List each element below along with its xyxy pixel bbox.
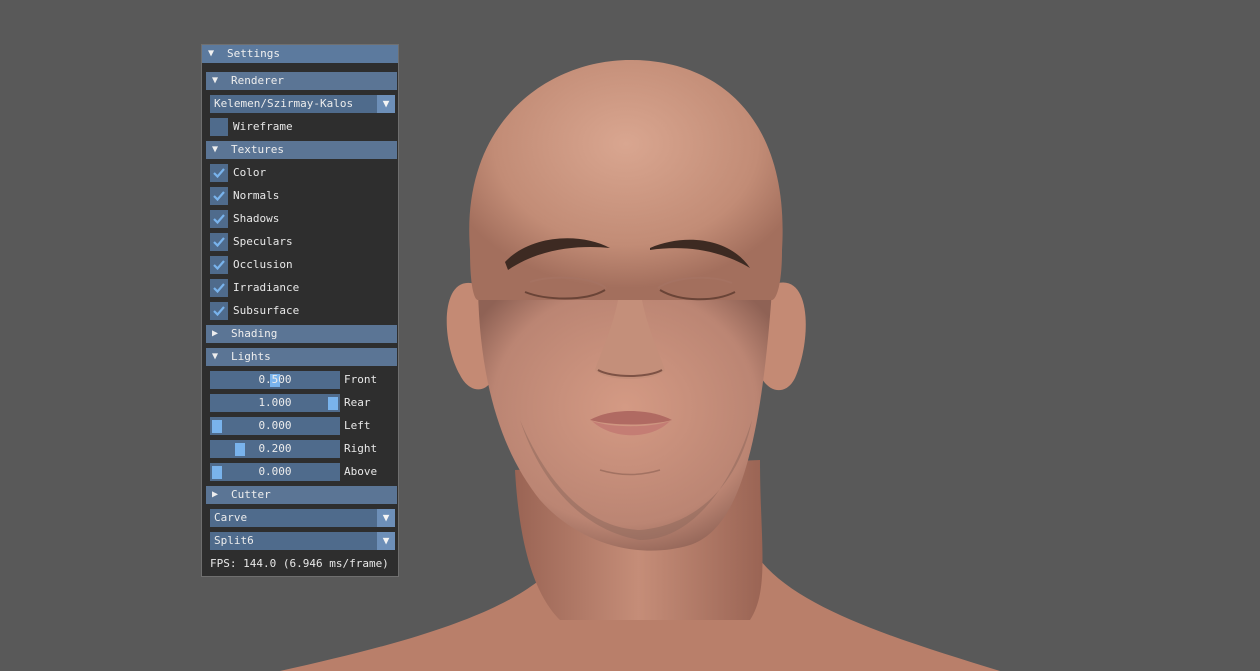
light-slider-left[interactable]: 0.000 (210, 417, 340, 435)
texture-label: Irradiance (233, 281, 300, 294)
slider-value: 0.200 (258, 442, 292, 455)
checkmark-icon (213, 283, 225, 294)
light-slider-row-above[interactable]: 0.000 Above (210, 463, 395, 481)
light-slider-row-right[interactable]: 0.200 Right (210, 440, 395, 458)
triangle-right-icon: ▶ (212, 489, 219, 500)
checkmark-icon (213, 237, 225, 248)
texture-label: Shadows (233, 212, 280, 225)
slider-label: Above (344, 465, 378, 478)
slider-value: 0.500 (258, 373, 292, 386)
checkmark-icon (213, 168, 225, 179)
slider-value: 1.000 (258, 396, 292, 409)
slider-label: Right (344, 442, 378, 455)
light-slider-row-rear[interactable]: 1.000 Rear (210, 394, 395, 412)
texture-checkbox-irradiance[interactable]: Irradiance (210, 279, 390, 297)
renderer-combo[interactable]: Kelemen/Szirmay-Kalos ▼ (210, 95, 395, 113)
shading-header-label: Shading (231, 327, 278, 340)
dropdown-arrow-icon[interactable]: ▼ (377, 95, 395, 113)
triangle-down-icon[interactable]: ▼ (208, 47, 214, 61)
settings-title-bar[interactable]: ▼ Settings (202, 45, 398, 63)
renderer-header[interactable]: ▼ Renderer (206, 72, 397, 90)
cutter-split-value: Split6 (214, 534, 254, 547)
light-slider-front[interactable]: 0.500 (210, 371, 340, 389)
settings-title: Settings (227, 47, 280, 60)
light-slider-row-left[interactable]: 0.000 Left (210, 417, 395, 435)
lights-header[interactable]: ▼ Lights (206, 348, 397, 366)
texture-label: Speculars (233, 235, 293, 248)
dropdown-arrow-icon[interactable]: ▼ (377, 532, 395, 550)
checkbox-box[interactable] (210, 279, 228, 297)
textures-header[interactable]: ▼ Textures (206, 141, 397, 159)
light-slider-row-front[interactable]: 0.500 Front (210, 371, 395, 389)
checkbox-box[interactable] (210, 164, 228, 182)
lights-header-label: Lights (231, 350, 271, 363)
triangle-right-icon: ▶ (212, 328, 219, 339)
cutter-mode-value: Carve (214, 511, 248, 524)
dropdown-arrow-icon[interactable]: ▼ (377, 509, 395, 527)
texture-checkbox-subsurface[interactable]: Subsurface (210, 302, 390, 320)
renderer-header-label: Renderer (231, 74, 284, 87)
texture-label: Occlusion (233, 258, 293, 271)
triangle-down-icon: ▼ (212, 351, 219, 362)
texture-label: Color (233, 166, 267, 179)
checkbox-box[interactable] (210, 118, 228, 136)
settings-window[interactable]: ▼ Settings ▼ Renderer Kelemen/Szirmay-Ka… (201, 44, 399, 577)
slider-label: Left (344, 419, 371, 432)
texture-label: Subsurface (233, 304, 300, 317)
checkmark-icon (213, 214, 225, 225)
texture-checkbox-occlusion[interactable]: Occlusion (210, 256, 390, 274)
checkmark-icon (213, 191, 225, 202)
texture-checkbox-normals[interactable]: Normals (210, 187, 390, 205)
textures-header-label: Textures (231, 143, 284, 156)
wireframe-label: Wireframe (233, 120, 293, 133)
texture-checkbox-color[interactable]: Color (210, 164, 390, 182)
slider-label: Rear (344, 396, 371, 409)
wireframe-checkbox[interactable]: Wireframe (210, 118, 390, 136)
cutter-split-combo[interactable]: Split6 ▼ (210, 532, 395, 550)
light-slider-above[interactable]: 0.000 (210, 463, 340, 481)
render-viewport[interactable] (0, 0, 1260, 671)
shading-header[interactable]: ▶ Shading (206, 325, 397, 343)
checkbox-box[interactable] (210, 187, 228, 205)
texture-checkbox-speculars[interactable]: Speculars (210, 233, 390, 251)
slider-value: 0.000 (258, 419, 292, 432)
checkbox-box[interactable] (210, 210, 228, 228)
cutter-header-label: Cutter (231, 488, 271, 501)
slider-label: Front (344, 373, 378, 386)
light-slider-rear[interactable]: 1.000 (210, 394, 340, 412)
texture-label: Normals (233, 189, 280, 202)
checkbox-box[interactable] (210, 233, 228, 251)
triangle-down-icon: ▼ (212, 144, 219, 155)
slider-value: 0.000 (258, 465, 292, 478)
cutter-header[interactable]: ▶ Cutter (206, 486, 397, 504)
cutter-mode-combo[interactable]: Carve ▼ (210, 509, 395, 527)
checkbox-box[interactable] (210, 256, 228, 274)
checkbox-box[interactable] (210, 302, 228, 320)
light-slider-right[interactable]: 0.200 (210, 440, 340, 458)
checkmark-icon (213, 260, 225, 271)
texture-checkbox-shadows[interactable]: Shadows (210, 210, 390, 228)
renderer-combo-value: Kelemen/Szirmay-Kalos (214, 97, 354, 110)
checkmark-icon (213, 306, 225, 317)
triangle-down-icon: ▼ (212, 75, 219, 86)
fps-readout: FPS: 144.0 (6.946 ms/frame) (210, 557, 389, 570)
